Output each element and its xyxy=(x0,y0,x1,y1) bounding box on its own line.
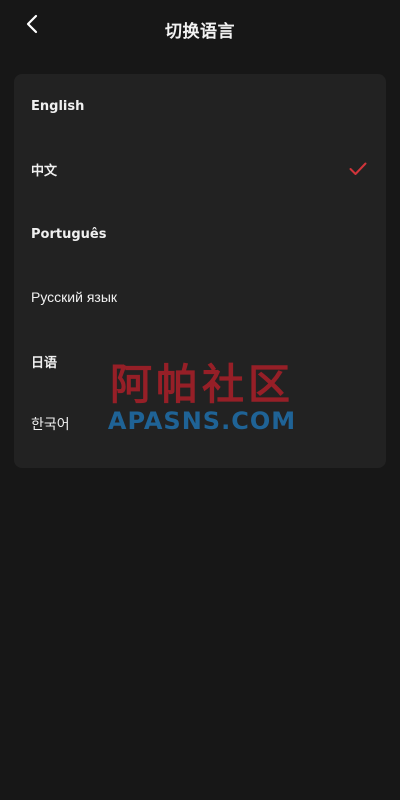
checkmark-icon xyxy=(348,159,368,179)
language-label: English xyxy=(31,98,85,114)
language-item-chinese[interactable]: 中文 xyxy=(14,137,386,201)
page-title: 切换语言 xyxy=(165,22,235,42)
language-item-russian[interactable]: Русский язык xyxy=(14,265,386,329)
language-label: 中文 xyxy=(31,163,58,179)
language-item-portuguese[interactable]: Português xyxy=(14,202,386,266)
language-label: Português xyxy=(31,226,107,242)
language-label: 한국어 xyxy=(31,416,70,432)
language-item-japanese[interactable]: 日语 xyxy=(14,329,386,393)
header-bar: 切换语言 xyxy=(0,0,400,56)
language-label: Русский язык xyxy=(31,289,118,305)
language-item-korean[interactable]: 한국어 xyxy=(14,392,386,456)
language-item-english[interactable]: English xyxy=(14,74,386,138)
language-label: 日语 xyxy=(31,355,58,371)
language-list: English 中文 Português Русский язык 日语 한국어 xyxy=(14,74,386,468)
language-settings-screen: 切换语言 English 中文 Português Русский язык 日… xyxy=(0,0,400,800)
